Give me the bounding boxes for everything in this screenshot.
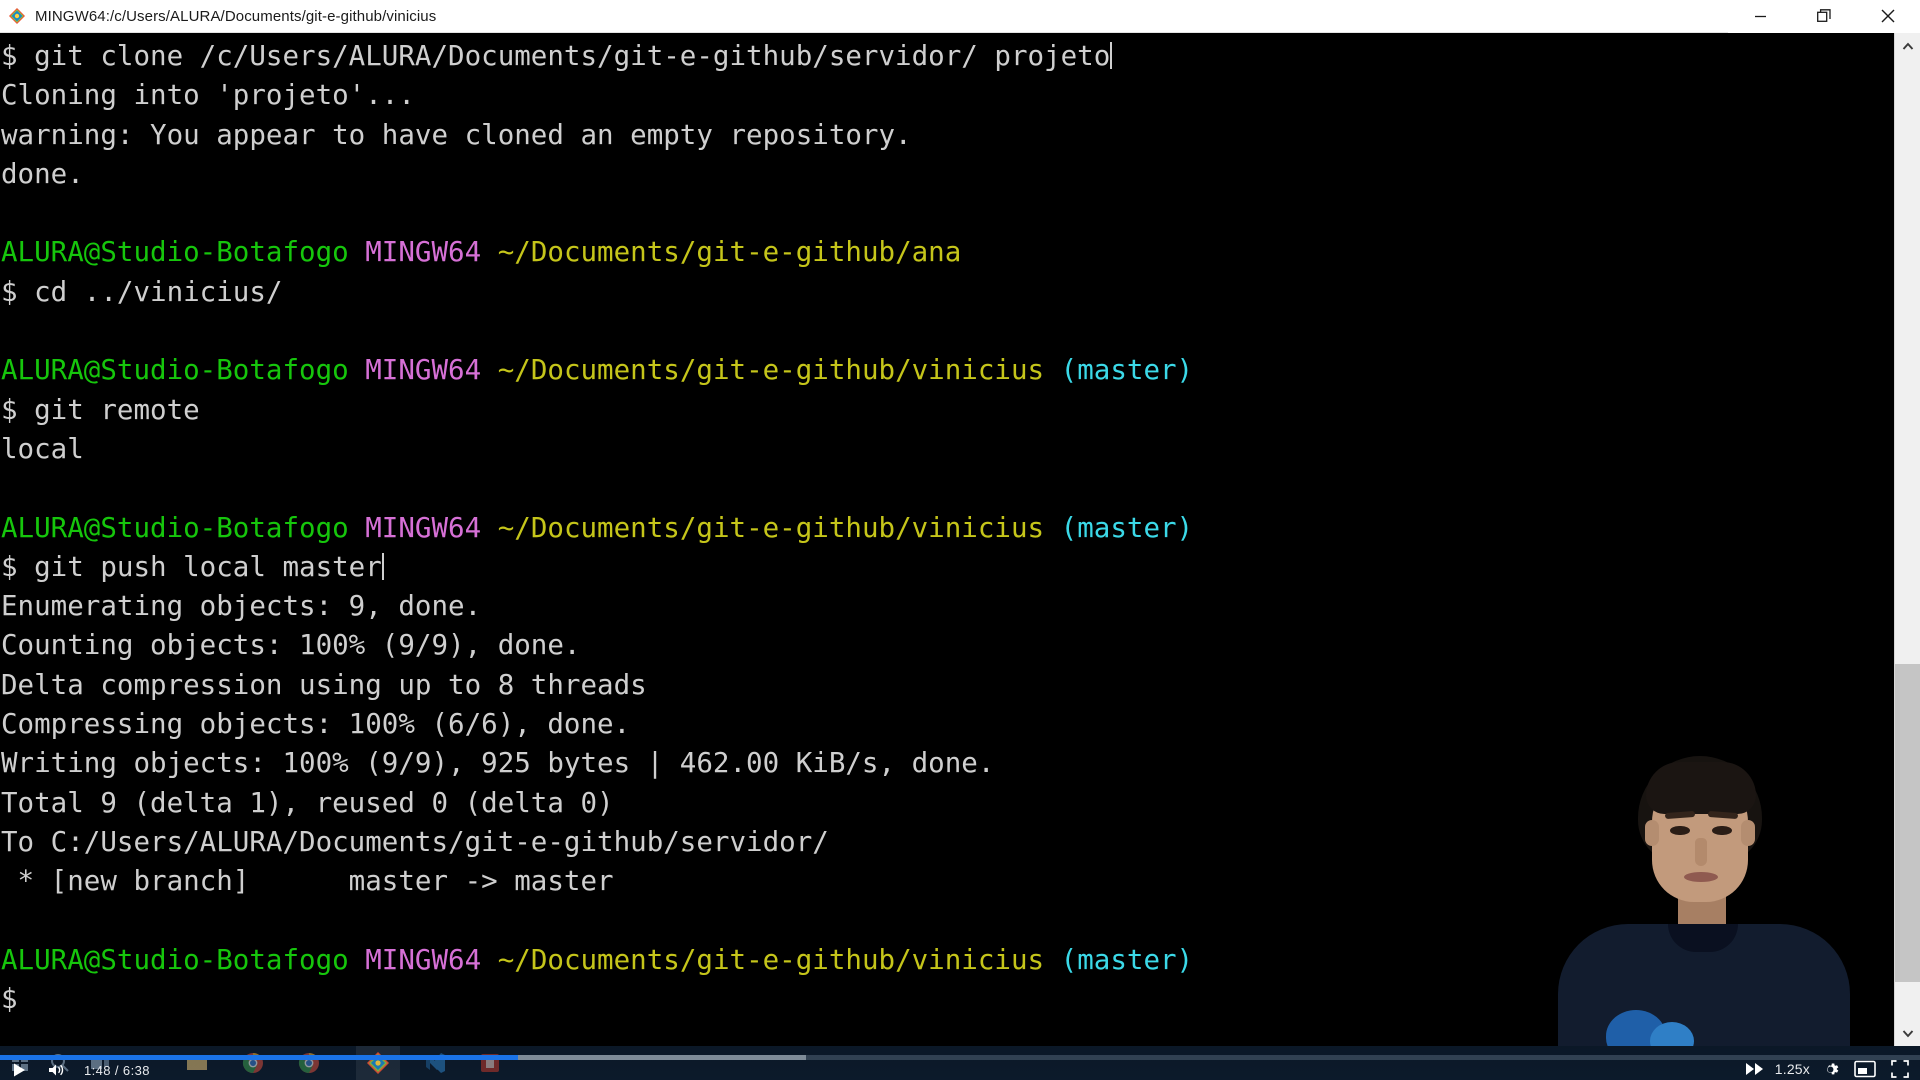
eye-right: [1712, 826, 1732, 835]
terminal-output-line: To C:/Users/ALURA/Documents/git-e-github…: [1, 825, 829, 858]
prompt-shell-name: MINGW64: [365, 354, 482, 387]
fullscreen-icon[interactable]: [1886, 1057, 1914, 1080]
terminal-line: ALURA@Studio-Botafogo MINGW64 ~/Document…: [1, 509, 1894, 548]
play-icon[interactable]: [0, 1059, 38, 1080]
minimize-button[interactable]: [1728, 0, 1792, 33]
picture-in-picture-icon[interactable]: [1850, 1057, 1880, 1080]
terminal-line: Delta compression using up to 8 threads: [1, 666, 1894, 705]
terminal-command: $ cd ../vinicius/: [1, 275, 283, 308]
terminal-output-line: done.: [1, 157, 84, 190]
terminal-line: Enumerating objects: 9, done.: [1, 587, 1894, 626]
instructor-webcam-overlay: [1520, 746, 1894, 1046]
window-title: MINGW64:/c/Users/ALURA/Documents/git-e-g…: [35, 7, 437, 25]
prompt-shell-name: MINGW64: [365, 236, 482, 269]
terminal-line: Cloning into 'projeto'...: [1, 76, 1894, 115]
terminal-line: $ git clone /c/Users/ALURA/Documents/git…: [1, 37, 1894, 76]
prompt-git-branch: (master): [1060, 943, 1194, 976]
prompt-path: ~/Documents/git-e-github/vinicius: [497, 511, 1045, 544]
terminal-line: local: [1, 430, 1894, 469]
terminal-line: Counting objects: 100% (9/9), done.: [1, 626, 1894, 665]
vertical-scrollbar[interactable]: [1894, 33, 1920, 1046]
gear-icon[interactable]: [1816, 1057, 1844, 1080]
prompt-user-host: ALURA@Studio-Botafogo: [1, 943, 349, 976]
prompt-user-host: ALURA@Studio-Botafogo: [1, 511, 349, 544]
seek-bar[interactable]: [0, 1055, 1920, 1060]
player-left-controls: 1:48 / 6:38: [0, 1060, 150, 1080]
prompt-shell-name: MINGW64: [365, 511, 482, 544]
volume-icon[interactable]: [38, 1059, 76, 1080]
prompt-user-host: ALURA@Studio-Botafogo: [1, 354, 349, 387]
prompt-user-host: ALURA@Studio-Botafogo: [1, 236, 349, 269]
terminal-line: $ git remote: [1, 391, 1894, 430]
mouth: [1684, 872, 1718, 882]
terminal-output-line: * [new branch] master -> master: [1, 865, 614, 898]
terminal-output-line: local: [1, 432, 84, 465]
chevron-up-icon[interactable]: [1895, 33, 1920, 59]
windows-taskbar-behind: [0, 1046, 1920, 1080]
prompt-path: ~/Documents/git-e-github/ana: [497, 236, 962, 269]
terminal-output-line: Delta compression using up to 8 threads: [1, 668, 647, 701]
prompt-git-branch: (master): [1060, 354, 1194, 387]
terminal-line: ALURA@Studio-Botafogo MINGW64 ~/Document…: [1, 351, 1894, 390]
restore-button[interactable]: [1792, 0, 1856, 33]
terminal-line: ALURA@Studio-Botafogo MINGW64 ~/Document…: [1, 233, 1894, 272]
terminal-cursor: [1110, 42, 1113, 69]
terminal-command: $: [1, 983, 35, 1016]
video-player-controls[interactable]: 1:48 / 6:38 1.25x: [0, 1046, 1920, 1080]
playback-speed-label[interactable]: 1.25x: [1775, 1061, 1810, 1077]
nose: [1695, 838, 1707, 866]
terminal-output-line: Enumerating objects: 9, done.: [1, 590, 482, 623]
screen-root: MINGW64:/c/Users/ALURA/Documents/git-e-g…: [0, 0, 1920, 1080]
timecode-display: 1:48 / 6:38: [84, 1062, 150, 1078]
terminal-line: done.: [1, 155, 1894, 194]
terminal-output-line: Counting objects: 100% (9/9), done.: [1, 629, 581, 662]
player-right-controls: 1.25x: [1741, 1058, 1914, 1080]
terminal-cursor: [381, 552, 384, 580]
terminal-output-line: Writing objects: 100% (9/9), 925 bytes |…: [1, 747, 995, 780]
hair-front: [1646, 762, 1756, 814]
terminal-output-line: Total 9 (delta 1), reused 0 (delta 0): [1, 786, 614, 819]
scrollbar-thumb[interactable]: [1895, 664, 1920, 982]
ear-left: [1645, 820, 1659, 846]
terminal-line: Compressing objects: 100% (6/6), done.: [1, 705, 1894, 744]
terminal-line: $ git push local master: [1, 548, 1894, 587]
terminal-command: $ git push local master: [1, 550, 382, 583]
git-bash-icon: [8, 7, 26, 25]
window-controls: [1728, 0, 1920, 33]
close-button[interactable]: [1856, 0, 1920, 33]
prompt-shell-name: MINGW64: [365, 943, 482, 976]
prompt-path: ~/Documents/git-e-github/vinicius: [497, 354, 1045, 387]
instructor-figure: [1520, 746, 1894, 1046]
window-titlebar[interactable]: MINGW64:/c/Users/ALURA/Documents/git-e-g…: [0, 0, 1920, 33]
eye-left: [1670, 826, 1690, 835]
next-icon[interactable]: [1741, 1057, 1769, 1080]
chevron-down-icon[interactable]: [1895, 1020, 1920, 1046]
terminal-output-line: warning: You appear to have cloned an em…: [1, 118, 912, 151]
terminal-output-line: Cloning into 'projeto'...: [1, 79, 415, 112]
terminal-command: $ git remote: [1, 393, 200, 426]
prompt-git-branch: (master): [1060, 511, 1194, 544]
ear-right: [1741, 820, 1755, 846]
terminal-output-line: Compressing objects: 100% (6/6), done.: [1, 708, 631, 741]
terminal-line: warning: You appear to have cloned an em…: [1, 116, 1894, 155]
prompt-path: ~/Documents/git-e-github/vinicius: [497, 943, 1045, 976]
terminal-command: $ git clone /c/Users/ALURA/Documents/git…: [1, 40, 1111, 72]
terminal-line: $ cd ../vinicius/: [1, 273, 1894, 312]
